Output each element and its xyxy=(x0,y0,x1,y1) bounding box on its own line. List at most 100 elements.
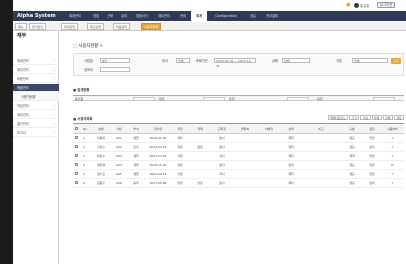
table-cell xyxy=(257,160,281,170)
page-title: □ 사용자현황★ xyxy=(73,44,104,49)
table-cell: 재직 xyxy=(281,151,301,161)
row-checkbox[interactable] xyxy=(74,136,78,139)
status-select[interactable]: 전체 xyxy=(282,58,310,63)
nav-item-1[interactable]: 영업 xyxy=(89,11,103,21)
favorite-star-icon[interactable]: ★ xyxy=(99,44,103,49)
notification-icon[interactable]: ● xyxy=(346,2,350,8)
grid-button-0[interactable]: 엑셀다운로드 xyxy=(327,115,349,120)
table-cell xyxy=(257,133,281,143)
nav-item-8[interactable]: Configuration xyxy=(207,11,245,21)
sidebar-item-0[interactable]: 회계관리 › xyxy=(13,57,59,65)
column-header-15[interactable]: 사용여부 xyxy=(381,123,404,134)
table-cell: A01 xyxy=(111,133,127,143)
column-header-10[interactable]: 이메일 xyxy=(257,123,281,134)
grid-button-4[interactable]: 인쇄 xyxy=(382,115,393,120)
table-cell: 본사 xyxy=(211,178,233,188)
column-header-4[interactable]: 부서 xyxy=(127,123,145,134)
sidebar-item-1[interactable]: 재무관리 › xyxy=(13,66,59,74)
column-header-6[interactable]: 직급 xyxy=(171,123,189,134)
app-logo[interactable]: Alpha System xyxy=(17,13,56,19)
sidebar-item-8[interactable]: 보고서 › xyxy=(13,129,59,137)
table-cell xyxy=(301,133,341,143)
column-header-13[interactable]: 구분 xyxy=(341,123,363,134)
table-row[interactable]: 2 김철수 A02 인사 2019-03-15 과장 팀장 본사 재직 정규 관리 Y xyxy=(73,142,404,152)
nav-item-3[interactable]: 급여 xyxy=(117,11,131,21)
table-row[interactable]: 3 박민수 A03 재무 2021-07-01 사원 지사 재직 계약 일반 Y xyxy=(73,151,404,161)
site-select[interactable]: 본사 xyxy=(100,58,130,63)
table-row[interactable]: 6 한동훈 A06 총무 2017-05-08 부장 실장 본사 재직 정규 관리 Y xyxy=(73,178,404,188)
keyword-input[interactable] xyxy=(100,67,130,72)
tab-2[interactable]: 회계관리 xyxy=(61,23,79,30)
sidebar-item-7[interactable]: 결산관리 › xyxy=(13,120,59,128)
tab-3[interactable]: 매출관리 xyxy=(87,23,105,30)
table-cell xyxy=(301,169,341,179)
column-header-3[interactable]: 사번 xyxy=(111,123,127,134)
nav-item-0[interactable]: 회계관리 xyxy=(61,11,89,21)
table-cell: 총무 xyxy=(127,178,145,188)
select-all-checkbox[interactable] xyxy=(74,126,78,130)
column-header-7[interactable]: 직책 xyxy=(189,123,211,134)
user-menu[interactable]: 홍길동 xyxy=(354,2,369,8)
grid-button-1[interactable]: 추가 xyxy=(349,115,360,120)
tab-1[interactable]: 즐겨찾기 xyxy=(29,23,47,30)
grid-button-2[interactable]: 저장 xyxy=(360,115,371,120)
main-nav: Alpha System 회계관리 영업 근태 급여 법정서식 재무관리 관리 회계 Confi… xyxy=(13,11,406,21)
nav-item-4[interactable]: 법정서식 xyxy=(131,11,153,21)
column-header-12[interactable]: 비고 xyxy=(301,123,341,134)
tab-4[interactable]: 비용관리 xyxy=(113,23,131,30)
period-field[interactable]: 2023-01-01 ~ 2023-12-31 xyxy=(214,58,256,68)
chevron-right-icon: › xyxy=(53,104,55,108)
sidebar-item-5[interactable]: 자금관리 › xyxy=(13,102,59,110)
table-cell: 정규 xyxy=(341,169,363,179)
column-header-2[interactable]: 성명 xyxy=(91,123,111,134)
row-checkbox[interactable] xyxy=(74,163,78,166)
label-type: 구분 xyxy=(336,59,342,63)
search-button[interactable]: 조회 xyxy=(391,58,401,64)
table-cell: 2022-02-14 xyxy=(145,169,171,179)
column-header-9[interactable]: 연락처 xyxy=(233,123,257,134)
search-panel: 사업장 본사 부서 전체 조회기간 2023-01-01 ~ 2023-12-3… xyxy=(73,53,404,76)
summary-title: ■ 집계현황 xyxy=(73,88,90,92)
grid-button-3[interactable]: 삭제 xyxy=(371,115,382,120)
dept-select[interactable]: 전체 xyxy=(176,58,190,63)
row-checkbox[interactable] xyxy=(74,172,78,175)
column-header-5[interactable]: 입사일 xyxy=(145,123,171,134)
table-row[interactable]: 5 정수진 A05 영업 2022-02-14 사원 지사 재직 정규 일반 Y xyxy=(73,169,404,179)
logout-button[interactable]: 로그아웃 xyxy=(377,2,396,8)
nav-item-7[interactable]: 회계 xyxy=(191,11,207,21)
table-cell: 일반 xyxy=(363,169,381,179)
type-select[interactable]: 전체 xyxy=(352,58,388,63)
table-cell: 한동훈 xyxy=(91,178,111,188)
row-checkbox[interactable] xyxy=(74,181,78,184)
table-cell: Y xyxy=(381,178,404,188)
summary-leave-label: 휴직 xyxy=(229,97,235,101)
table-cell: 정규 xyxy=(341,178,363,188)
tab-0[interactable]: 메뉴 xyxy=(15,23,27,30)
table-row[interactable]: 4 최지영 A04 개발 2018-11-20 차장 본사 휴직 정규 일반 N xyxy=(73,160,404,170)
sidebar-item-4[interactable]: 사용자현황 xyxy=(13,93,59,101)
sidebar-item-label: 사용자현황 xyxy=(21,95,36,99)
grid-button-5[interactable]: 설정 xyxy=(393,115,404,120)
table-cell: 관리 xyxy=(363,142,381,152)
row-checkbox[interactable] xyxy=(74,145,78,148)
table-row[interactable]: 1 이영희 A01 영업 2020-01-02 대리 본사 재직 정규 일반 Y xyxy=(73,133,404,143)
tab-5[interactable]: 사용자현황 xyxy=(141,23,162,30)
sidebar-item-6[interactable]: 세무관리 › xyxy=(13,111,59,119)
row-checkbox[interactable] xyxy=(74,154,78,157)
table-cell: 2018-11-20 xyxy=(145,160,171,170)
nav-item-9[interactable]: 공유 xyxy=(245,11,261,21)
sidebar-item-3[interactable]: 매출관리 › xyxy=(13,84,59,92)
nav-item-10[interactable]: 전자결재 xyxy=(261,11,283,21)
nav-item-6[interactable]: 관리 xyxy=(175,11,191,21)
column-header-14[interactable]: 권한 xyxy=(363,123,381,134)
table-cell xyxy=(257,169,281,179)
sidebar-item-2[interactable]: 비용관리 › xyxy=(13,75,59,83)
column-header-8[interactable]: 근무지 xyxy=(211,123,233,134)
table-cell xyxy=(233,160,257,170)
column-header-11[interactable]: 상태 xyxy=(281,123,301,134)
nav-item-5[interactable]: 재무관리 xyxy=(153,11,175,21)
nav-item-2[interactable]: 근태 xyxy=(103,11,117,21)
table-cell xyxy=(189,133,211,143)
grid-toolbar: 엑셀다운로드 추가 저장 삭제 인쇄 설정 xyxy=(327,115,404,120)
column-header-1[interactable]: No xyxy=(79,123,91,134)
